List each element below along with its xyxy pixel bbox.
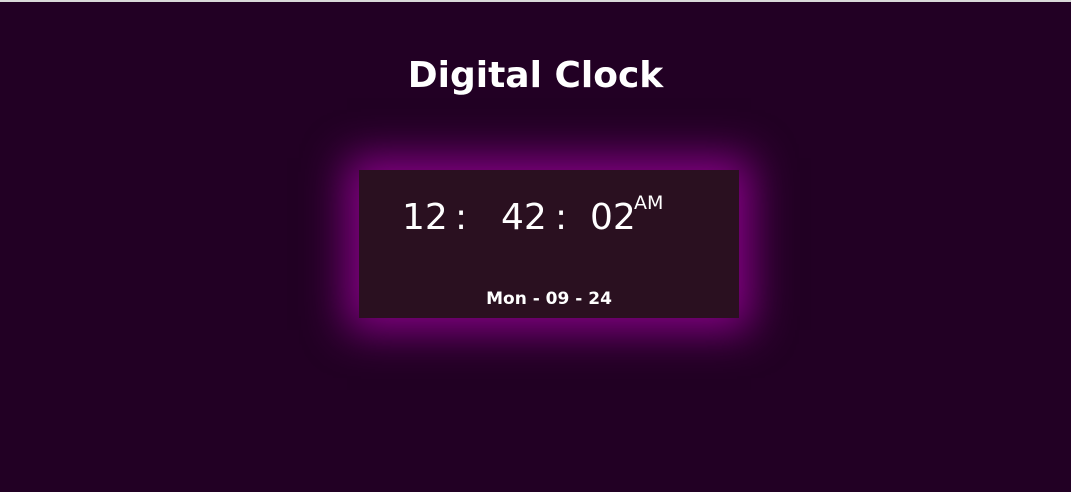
clock-panel: 12 : 42 : 02 AM Mon - 09 - 24 [359, 170, 739, 318]
seconds-value: 02 [590, 197, 636, 238]
minutes-value: 42 [501, 197, 547, 238]
minutes-separator: : [555, 197, 568, 238]
date-display: Mon - 09 - 24 [486, 289, 612, 309]
top-border [0, 0, 1071, 2]
time-display: 12 : 42 : 02 AM [359, 170, 739, 270]
page-title: Digital Clock [407, 55, 664, 96]
hours-value: 12 [402, 197, 448, 238]
hours-separator: : [455, 197, 468, 238]
meridiem-label: AM [634, 192, 664, 214]
